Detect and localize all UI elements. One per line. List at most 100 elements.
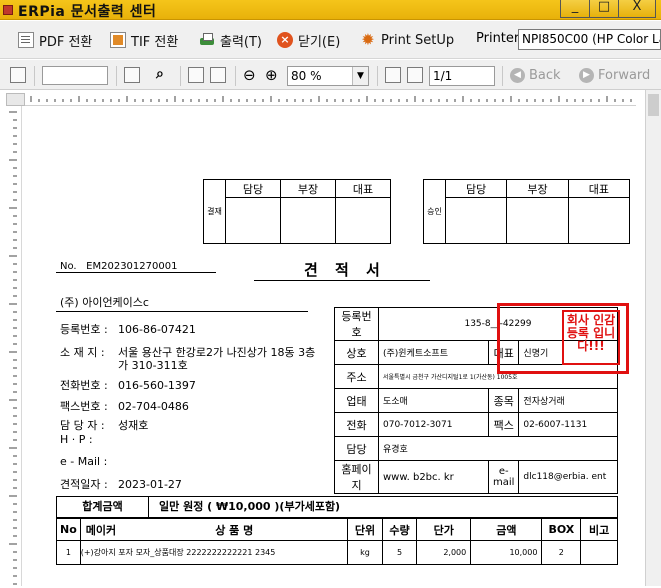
supplier-email-label: e-mail bbox=[487, 460, 520, 494]
seal-highlight: 회사 인감 등록 입니다!!! bbox=[497, 303, 629, 374]
window-title: ERPia 문서출력 센터 bbox=[18, 4, 157, 20]
title-bar: ERPia 문서출력 센터 _ □ X bbox=[0, 0, 661, 20]
document-number: No. EM202301270001 bbox=[60, 261, 178, 272]
document-page: 결재 담당 부장 대표 승인 담당 부장 대표 No. EM2023012700… bbox=[24, 107, 644, 586]
vertical-ruler bbox=[6, 106, 22, 586]
col-header: 수량 bbox=[381, 518, 418, 541]
supplier-type-label: 업태 bbox=[334, 388, 379, 413]
copy-icon[interactable] bbox=[124, 67, 140, 83]
supplier-item-value: 전자상거래 bbox=[518, 388, 618, 413]
search-input[interactable] bbox=[42, 66, 108, 85]
approval-side-label: 승인 bbox=[423, 179, 446, 244]
supplier-name-label: 상호 bbox=[334, 340, 379, 365]
supplier-type-value: 도소매 bbox=[378, 388, 489, 413]
viewer-toolbar: ⌕ ⊖ ⊕ 80 % ▼ 1/1 ◀ Back ▶ Forward bbox=[0, 60, 661, 90]
divider bbox=[254, 280, 430, 281]
vertical-scrollbar[interactable] bbox=[645, 90, 661, 586]
tif-export-button[interactable]: TIF 전환 bbox=[110, 30, 178, 50]
toc-toggle-icon[interactable] bbox=[10, 67, 26, 83]
printer-select[interactable]: NPI850C00 (HP Color La bbox=[518, 29, 661, 50]
supplier-item-label: 종목 bbox=[487, 388, 520, 413]
zoom-out-icon[interactable]: ⊖ bbox=[243, 66, 256, 84]
col-header: BOX bbox=[541, 518, 582, 541]
close-icon: × bbox=[277, 32, 293, 48]
separator bbox=[116, 66, 117, 86]
back-button[interactable]: ◀ Back bbox=[510, 68, 561, 83]
print-setup-button[interactable]: ✹ Print SetUp bbox=[360, 30, 454, 50]
vertical-ruler-ticks bbox=[9, 111, 17, 585]
approval-header: 대표 bbox=[567, 179, 631, 198]
total-amount-row: 합계금액 일만 원정 ( ₩10,000 )(부가세포함) bbox=[56, 496, 618, 518]
print-button[interactable]: 출력(T) bbox=[199, 30, 262, 50]
cell-product: (+)강아지 포자 모자_상품대장 2222222222221 2345 bbox=[79, 540, 349, 565]
multi-page-icon[interactable] bbox=[210, 67, 226, 83]
pdf-export-button[interactable]: PDF 전환 bbox=[18, 30, 92, 50]
supplier-mgr-value: 유경호 bbox=[378, 436, 618, 461]
forward-button[interactable]: ▶ Forward bbox=[579, 68, 650, 83]
maximize-button[interactable]: □ bbox=[589, 0, 619, 18]
approval-box-left: 결재 담당 부장 대표 bbox=[203, 179, 391, 244]
approval-header: 담당 bbox=[225, 179, 281, 198]
app-icon bbox=[3, 5, 13, 15]
supplier-fax-label: 팩스 bbox=[487, 412, 520, 437]
buyer-address-2: 가 310-311호 bbox=[118, 359, 188, 372]
cell-amount: 10,000 bbox=[470, 540, 543, 565]
close-button[interactable]: × 닫기(E) bbox=[277, 30, 340, 50]
cell-no: 1 bbox=[56, 540, 81, 565]
next-page-icon[interactable] bbox=[407, 67, 423, 83]
divider bbox=[56, 272, 216, 273]
company-seal-stamp: 회사 인감 등록 입니다!!! bbox=[562, 310, 620, 365]
col-header: 비고 bbox=[580, 518, 618, 541]
separator bbox=[502, 66, 503, 86]
approval-header: 부장 bbox=[506, 179, 569, 198]
separator bbox=[235, 66, 236, 86]
supplier-tel-value: 070-7012-3071 bbox=[378, 412, 489, 437]
supplier-tel-label: 전화 bbox=[334, 412, 379, 437]
find-binoculars-icon[interactable]: ⌕ bbox=[156, 66, 164, 84]
supplier-fax-value: 02-6007-1131 bbox=[518, 412, 618, 437]
buyer-email: e - Mail : bbox=[60, 455, 108, 468]
col-header: 상 품 명 bbox=[121, 518, 349, 541]
close-window-button[interactable]: X bbox=[618, 0, 656, 18]
single-page-icon[interactable] bbox=[188, 67, 204, 83]
col-header: 단가 bbox=[416, 518, 472, 541]
chevron-down-icon[interactable]: ▼ bbox=[352, 67, 368, 85]
page-number-input[interactable]: 1/1 bbox=[429, 66, 495, 86]
approval-header: 부장 bbox=[280, 179, 336, 198]
approval-header: 담당 bbox=[444, 179, 508, 198]
buyer-name: (주) 아이언케이스c bbox=[60, 296, 149, 309]
zoom-select[interactable]: 80 % ▼ bbox=[287, 66, 369, 86]
col-header: 금액 bbox=[470, 518, 543, 541]
horizontal-ruler-ticks bbox=[30, 96, 632, 102]
buyer-hp: H · P : bbox=[60, 433, 93, 446]
supplier-email-value: dlc118@erbia. ent bbox=[518, 460, 618, 494]
zoom-in-icon[interactable]: ⊕ bbox=[265, 66, 278, 84]
items-header-row: No 메이커 상 품 명 단위 수량 단가 금액 BOX 비고 bbox=[56, 518, 618, 541]
tif-icon bbox=[110, 32, 126, 48]
supplier-mgr-label: 담당 bbox=[334, 436, 379, 461]
col-header: 메이커 bbox=[79, 518, 122, 541]
back-arrow-icon: ◀ bbox=[510, 68, 525, 83]
horizontal-ruler bbox=[25, 93, 636, 106]
scrollbar-thumb[interactable] bbox=[648, 94, 659, 116]
pdf-icon bbox=[18, 32, 34, 48]
buyer-tel: 전화번호 :016-560-1397 bbox=[60, 379, 196, 392]
prev-page-icon[interactable] bbox=[385, 67, 401, 83]
separator bbox=[34, 66, 35, 86]
buyer-reg-no: 등록번호 :106-86-07421 bbox=[60, 323, 196, 336]
document-title: 견 적 서 bbox=[304, 261, 386, 279]
col-header: No bbox=[56, 518, 81, 541]
gear-icon: ✹ bbox=[361, 30, 375, 49]
quote-date: 견적일자 :2023-01-27 bbox=[60, 478, 182, 491]
total-amount-value: 일만 원정 ( ₩10,000 )(부가세포함) bbox=[159, 500, 341, 513]
supplier-reg-label: 등록번호 bbox=[334, 307, 379, 341]
buyer-fax: 팩스번호 :02-704-0486 bbox=[60, 400, 189, 413]
total-amount-label: 합계금액 bbox=[57, 497, 149, 517]
col-header: 단위 bbox=[347, 518, 383, 541]
supplier-web-label: 홈페이지 bbox=[334, 460, 379, 494]
cell-unit: kg bbox=[347, 540, 383, 565]
buyer-manager: 담 당 자 : 성재호 bbox=[60, 419, 149, 432]
main-toolbar: PDF 전환 TIF 전환 출력(T) × 닫기(E) ✹ Print SetU… bbox=[0, 21, 661, 59]
minimize-button[interactable]: _ bbox=[560, 0, 590, 18]
ruler-corner bbox=[6, 93, 25, 106]
